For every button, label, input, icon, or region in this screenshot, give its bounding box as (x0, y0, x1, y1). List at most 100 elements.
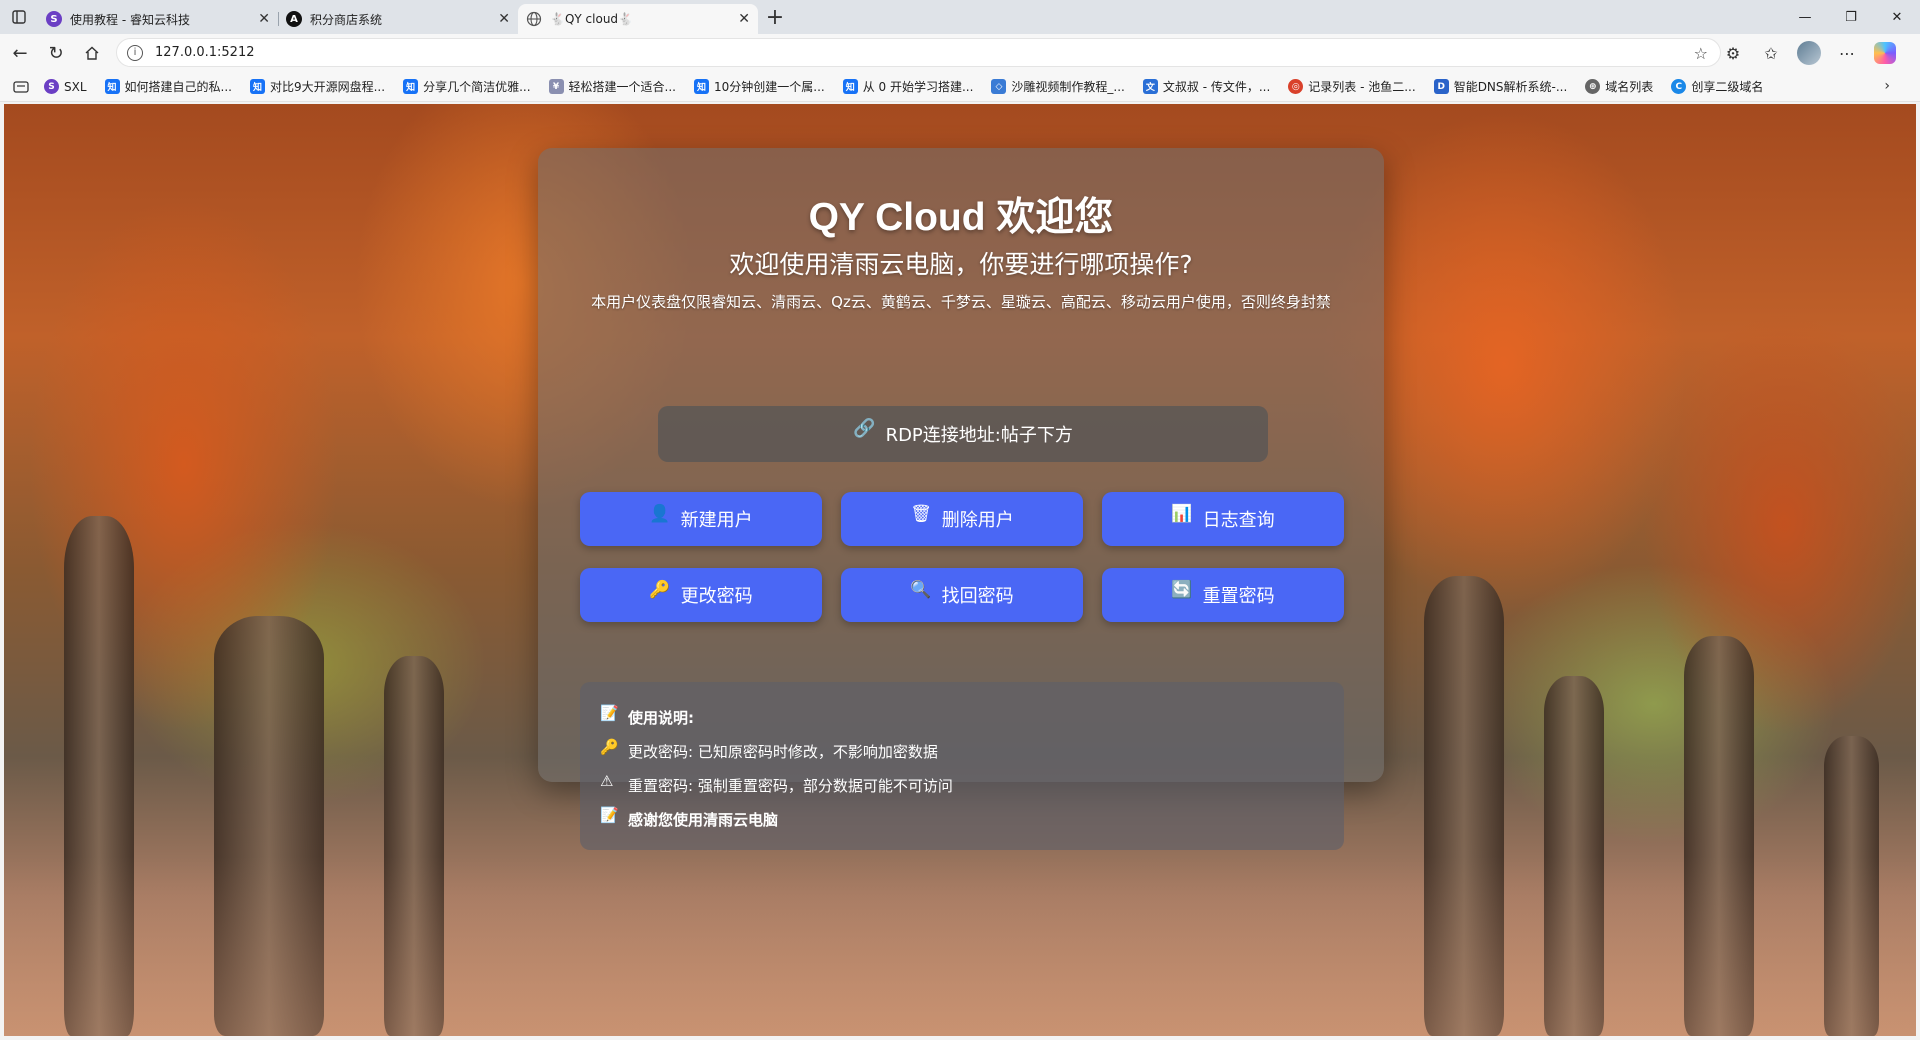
browser-toolbar: ← ↻ i 127.0.0.1:5212 ☆ ⚙ ✩ ⋯ (0, 34, 1920, 72)
chart-icon: 📊 (1171, 504, 1193, 524)
help-footer: 📝 感谢您使用清雨云电脑 (600, 802, 1324, 836)
back-arrow-icon[interactable]: ← (2, 37, 38, 69)
browser-tab-1[interactable]: S 使用教程 - 睿知云科技 ✕ (38, 4, 278, 34)
magnifier-icon: 🔍 (910, 580, 932, 600)
button-label: 找回密码 (941, 586, 1014, 607)
browser-tab-3[interactable]: 🐇QY cloud🐇 ✕ (518, 4, 758, 34)
bookmark-item[interactable]: 文文叔叔 - 传文件，... (1142, 78, 1271, 95)
extensions-icon[interactable]: ⚙ (1714, 37, 1752, 69)
avatar (1797, 41, 1821, 65)
recover-password-button[interactable]: 🔍 找回密码 (841, 568, 1083, 622)
log-query-button[interactable]: 📊 日志查询 (1102, 492, 1344, 546)
bookmark-favicon-icon: ⊕ (1585, 79, 1601, 94)
tab-favicon-icon: A (286, 11, 302, 27)
bookmark-label: 文叔叔 - 传文件，... (1162, 80, 1271, 94)
bookmark-item[interactable]: D 智能DNS解析系统-... (1433, 78, 1568, 95)
browser-tab-2[interactable]: A 积分商店系统 ✕ (278, 4, 518, 34)
user-icon: 👤 (649, 504, 671, 524)
tab-actions-icon[interactable] (0, 0, 38, 34)
bookmarks-bar: S SXL 知如何搭建自己的私... 知对比9大开源网盘程... 知分享几个简洁优… (0, 72, 1920, 102)
bookmark-favicon-icon: ◇ (991, 79, 1007, 94)
reset-password-button[interactable]: 🔄 重置密码 (1102, 568, 1344, 622)
delete-user-button[interactable]: 🗑 删除用户 (841, 492, 1083, 546)
bookmark-item[interactable]: ◎ 记录列表 - 池鱼二... (1288, 78, 1416, 95)
bookmark-item[interactable]: ¥ 轻松搭建一个适合... (548, 78, 676, 95)
apps-icon[interactable] (6, 80, 36, 93)
bookmark-item[interactable]: ⊕ 域名列表 (1585, 78, 1653, 95)
globe-icon (526, 11, 542, 27)
bookmark-item[interactable]: C 创享二级域名 (1671, 78, 1763, 95)
address-bar[interactable]: i 127.0.0.1:5212 ☆ (116, 38, 1721, 67)
change-password-button[interactable]: 🔑 更改密码 (580, 568, 822, 622)
profile-avatar[interactable] (1790, 37, 1828, 69)
tab-close-icon[interactable]: ✕ (258, 11, 270, 27)
bookmark-favicon-icon: 文 (1142, 79, 1158, 94)
bookmark-favicon-icon: 知 (249, 79, 265, 94)
button-label: 重置密码 (1202, 586, 1275, 607)
tab-close-icon[interactable]: ✕ (738, 11, 750, 27)
bookmark-label: 如何搭建自己的私... (124, 80, 232, 94)
bookmark-label: 10分钟创建一个属... (713, 80, 825, 94)
chevron-right-icon[interactable]: › (1884, 78, 1890, 94)
window-controls: — ❐ ✕ (1782, 0, 1920, 34)
favorites-icon[interactable]: ✩ (1752, 37, 1790, 69)
bookmark-label: 轻松搭建一个适合... (568, 80, 676, 94)
bookmark-label: 智能DNS解析系统-... (1453, 80, 1568, 94)
help-item: ⚠ 重置密码: 强制重置密码，部分数据可能不可访问 (600, 768, 1324, 802)
bookmark-label: 记录列表 - 池鱼二... (1308, 80, 1416, 94)
usage-instructions-box: 📝 使用说明: 🔑 更改密码: 已知原密码时修改，不影响加密数据 ⚠ 重置密码:… (580, 682, 1344, 850)
bookmark-favicon-icon: ¥ (548, 79, 564, 94)
usage-notice: 本用户仪表盘仅限睿知云、清雨云、Qz云、黄鹤云、千梦云、星璇云、高配云、移动云用… (591, 293, 1331, 311)
site-info-icon[interactable]: i (127, 44, 143, 61)
memo-icon: 📝 (600, 806, 619, 824)
bookmark-favicon-icon: 知 (842, 79, 858, 94)
trash-icon: 🗑 (910, 504, 932, 524)
bookmark-label: SXL (64, 79, 87, 94)
address-url[interactable]: 127.0.0.1:5212 (155, 45, 255, 60)
favorite-star-icon[interactable]: ☆ (1694, 44, 1708, 63)
more-menu-icon[interactable]: ⋯ (1828, 37, 1866, 69)
help-item-text: 重置密码: 强制重置密码，部分数据可能不可访问 (628, 776, 953, 795)
button-label: 日志查询 (1202, 510, 1275, 531)
rdp-address-button[interactable]: 🔗 RDP连接地址:帖子下方 (658, 406, 1268, 462)
help-heading: 📝 使用说明: (600, 700, 1324, 734)
bookmark-label: 域名列表 (1605, 80, 1654, 94)
new-tab-button[interactable]: + (758, 2, 792, 32)
page-viewport: QY Cloud 欢迎您 欢迎使用清雨云电脑，你要进行哪项操作? 本用户仪表盘仅… (4, 104, 1916, 1036)
bookmark-item[interactable]: 知分享几个简洁优雅... (403, 78, 531, 95)
tab-title: 🐇QY cloud🐇 (550, 12, 633, 26)
help-footer-text: 感谢您使用清雨云电脑 (628, 810, 779, 829)
bookmark-favicon-icon: D (1433, 79, 1449, 94)
warning-icon: ⚠ (600, 772, 614, 790)
key-icon: 🔑 (600, 738, 619, 756)
bookmark-label: 分享几个简洁优雅... (423, 80, 531, 94)
bookmark-item[interactable]: 知从 0 开始学习搭建... (842, 78, 973, 95)
bookmark-label: 沙雕视频制作教程_... (1011, 80, 1125, 94)
tab-close-icon[interactable]: ✕ (498, 11, 510, 27)
bookmark-item[interactable]: 知 10分钟创建一个属... (693, 78, 825, 95)
memo-icon: 📝 (600, 704, 619, 722)
bookmark-item[interactable]: 知如何搭建自己的私... (104, 78, 232, 95)
tab-favicon-icon: S (46, 11, 62, 27)
bookmark-favicon-icon: 知 (403, 79, 419, 94)
browser-tab-bar: S 使用教程 - 睿知云科技 ✕ A 积分商店系统 ✕ 🐇QY cloud🐇 ✕… (0, 0, 1920, 34)
new-user-button[interactable]: 👤 新建用户 (580, 492, 822, 546)
bookmark-favicon-icon: 知 (104, 79, 120, 94)
restore-icon[interactable]: ❐ (1828, 0, 1874, 34)
bookmark-label: 创享二级域名 (1691, 80, 1764, 94)
bookmark-item[interactable]: 知对比9大开源网盘程... (249, 78, 385, 95)
tab-title-text: QY cloud (564, 12, 619, 26)
bookmark-item[interactable]: ◇ 沙雕视频制作教程_... (991, 78, 1125, 95)
close-window-icon[interactable]: ✕ (1874, 0, 1920, 34)
rdp-address-label: RDP连接地址:帖子下方 (885, 425, 1073, 446)
bookmark-favicon-icon: S (44, 79, 59, 94)
help-item-text: 更改密码: 已知原密码时修改，不影响加密数据 (628, 742, 938, 761)
bookmark-item[interactable]: S SXL (44, 79, 87, 94)
minimize-icon[interactable]: — (1782, 0, 1828, 34)
link-icon: 🔗 (853, 417, 876, 439)
bookmark-favicon-icon: 知 (693, 79, 709, 94)
home-icon[interactable] (74, 37, 110, 69)
copilot-icon[interactable] (1866, 37, 1904, 69)
refresh-icon[interactable]: ↻ (38, 37, 74, 69)
bookmark-favicon-icon: C (1671, 79, 1687, 94)
